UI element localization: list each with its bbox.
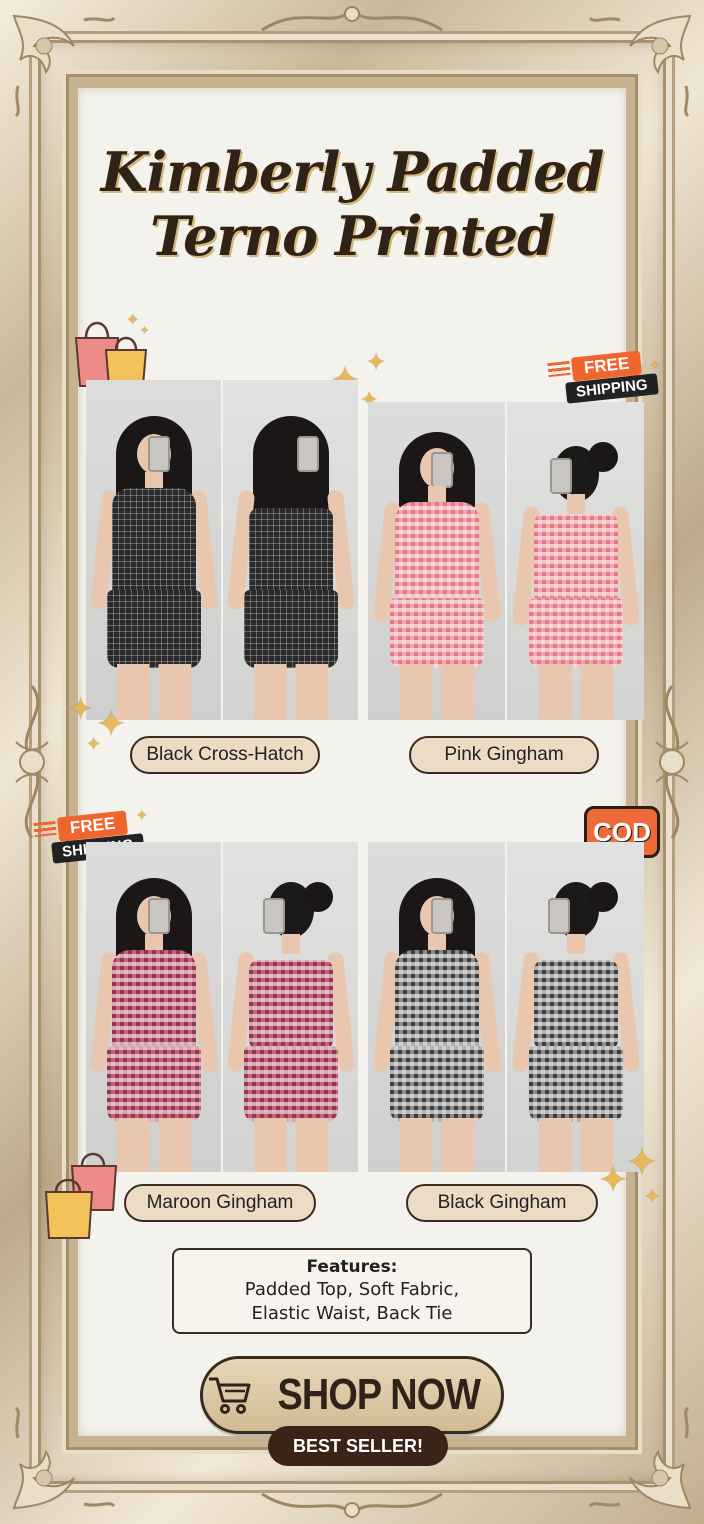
shop-now-label: SHOP NOW	[277, 1370, 482, 1419]
features-box: Features: Padded Top, Soft Fabric, Elast…	[172, 1248, 532, 1334]
variant-label-maroon-gingham[interactable]: Maroon Gingham	[124, 1184, 316, 1222]
frame-bottom-ornament	[252, 1484, 452, 1524]
photo-back-view	[221, 380, 358, 720]
product-title: Kimberly Padded Terno Printed	[78, 140, 626, 268]
sparkle-icon: ✦	[136, 808, 148, 824]
phone-icon	[262, 898, 285, 934]
photo-front-view	[86, 842, 221, 1172]
photo-back-view	[505, 402, 644, 720]
phone-icon	[147, 898, 170, 934]
phone-icon	[430, 452, 453, 488]
phone-icon	[296, 436, 319, 472]
photo-front-view	[368, 842, 505, 1172]
free-shipping-badge: FREE SHIPPING	[547, 350, 666, 408]
features-line-2: Elastic Waist, Back Tie	[251, 1303, 453, 1324]
variant-label-black-crosshatch[interactable]: Black Cross-Hatch	[130, 736, 320, 774]
variant-label-black-gingham[interactable]: Black Gingham	[406, 1184, 598, 1222]
phone-icon	[147, 436, 170, 472]
sparkle-icon: ✦	[598, 1160, 629, 1201]
sparkle-icon: ✦	[650, 358, 661, 372]
product-photo-pink-gingham[interactable]	[368, 402, 644, 720]
product-photo-black-crosshatch[interactable]	[86, 380, 358, 720]
product-photo-maroon-gingham[interactable]	[86, 842, 358, 1172]
phone-icon	[547, 898, 570, 934]
shopping-bag-icon	[44, 1146, 124, 1246]
sparkle-icon: ✦	[68, 692, 94, 727]
sparkle-icon: ✦	[86, 734, 102, 755]
features-line-1: Padded Top, Soft Fabric,	[244, 1279, 460, 1300]
sparkle-icon: ✦	[366, 348, 387, 376]
shop-now-button[interactable]: SHOP NOW	[200, 1356, 504, 1434]
sparkle-icon: ✦	[626, 1140, 658, 1184]
photo-back-view	[221, 842, 358, 1172]
phone-icon	[549, 458, 572, 494]
title-line-1: Kimberly Padded	[100, 140, 605, 204]
photo-back-view	[505, 842, 644, 1172]
sparkle-icon: ✦	[644, 1184, 661, 1208]
product-photo-black-gingham[interactable]	[368, 842, 644, 1172]
sparkle-icon: ✦	[140, 324, 150, 337]
features-heading: Features:	[306, 1257, 398, 1277]
variant-label-pink-gingham[interactable]: Pink Gingham	[409, 736, 599, 774]
sparkle-icon: ✦	[126, 310, 140, 329]
shopping-cart-icon	[207, 1375, 251, 1415]
frame-top-ornament	[252, 0, 452, 40]
title-line-2: Terno Printed	[150, 204, 555, 268]
photo-front-view	[86, 380, 221, 720]
best-seller-badge: BEST SELLER!	[268, 1426, 448, 1466]
photo-front-view	[368, 402, 505, 720]
phone-icon	[430, 898, 453, 934]
